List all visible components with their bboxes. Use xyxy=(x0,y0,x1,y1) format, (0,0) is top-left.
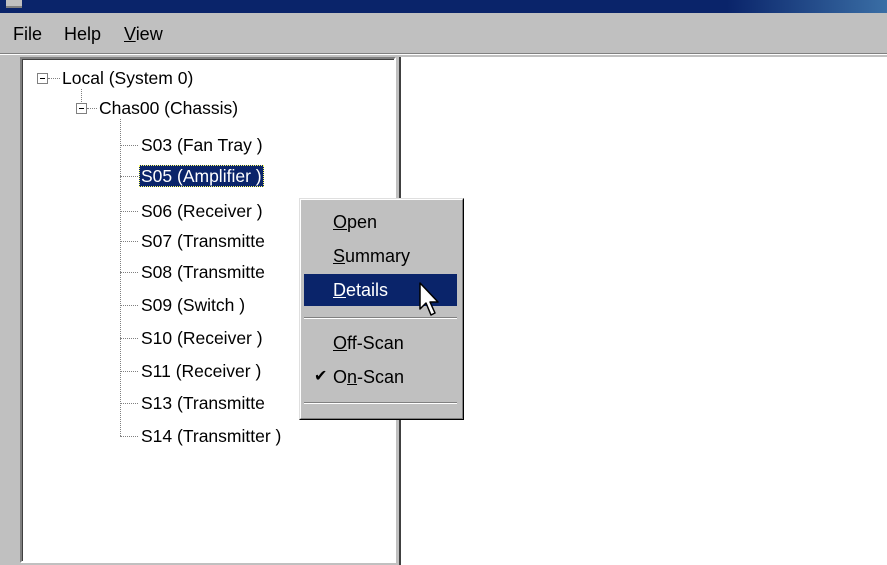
tree-node-slot[interactable]: S10 (Receiver ) xyxy=(139,327,265,349)
tree-node-label: S08 (Transmitte xyxy=(141,262,265,282)
tree-node-label: S06 (Receiver ) xyxy=(141,201,263,221)
ctx-off-scan-label: ff-Scan xyxy=(347,333,404,353)
tree-connector xyxy=(120,371,138,372)
system-menu-icon[interactable] xyxy=(6,0,22,8)
titlebar-gradient xyxy=(727,0,887,13)
tree-connector xyxy=(48,78,60,79)
ctx-details-label: etails xyxy=(346,280,389,300)
ctx-on-scan[interactable]: ✔ On-Scan xyxy=(304,361,457,393)
ctx-on-scan-accelerator: n xyxy=(347,367,358,387)
tree-node-label: S11 (Receiver ) xyxy=(141,361,262,381)
menu-bar: File Help View xyxy=(0,13,887,54)
menu-file-label: File xyxy=(13,24,43,44)
tree-node-slot[interactable]: S09 (Switch ) xyxy=(139,294,247,316)
checkmark-icon: ✔ xyxy=(314,368,328,385)
ctx-on-scan-label-start: O xyxy=(333,367,348,387)
tree-connector xyxy=(120,338,138,339)
tree-connector xyxy=(120,241,138,242)
tree-node-chassis-label: Chas00 (Chassis) xyxy=(99,98,239,118)
tree-connector xyxy=(120,119,121,436)
ctx-open-accelerator: O xyxy=(333,212,348,232)
menu-view[interactable]: View xyxy=(124,23,163,45)
ctx-details-accelerator: D xyxy=(333,280,346,300)
tree-node-slot-selected[interactable]: S05 (Amplifier ) xyxy=(139,165,264,187)
tree-connector xyxy=(120,403,138,404)
menubar-divider xyxy=(0,54,887,55)
tree-node-slot[interactable]: S07 (Transmitte xyxy=(139,230,267,252)
menu-help-label: Help xyxy=(64,24,102,44)
tree-node-slot[interactable]: S06 (Receiver ) xyxy=(139,200,265,222)
ctx-off-scan[interactable]: Off-Scan xyxy=(304,327,457,359)
tree-node-label: S13 (Transmitte xyxy=(141,393,265,413)
tree-node-slot[interactable]: S13 (Transmitte xyxy=(139,392,267,414)
ctx-separator xyxy=(304,402,457,404)
arrow-cursor-icon xyxy=(419,282,439,316)
ctx-open-label: pen xyxy=(347,212,378,232)
ctx-summary-accelerator: S xyxy=(333,246,346,266)
ctx-open[interactable]: Open xyxy=(304,206,457,238)
window-titlebar[interactable] xyxy=(0,0,887,13)
menu-help[interactable]: Help xyxy=(64,23,101,45)
tree-node-slot[interactable]: S08 (Transmitte xyxy=(139,261,267,283)
detail-pane[interactable] xyxy=(401,57,887,565)
tree-connector xyxy=(120,305,138,306)
tree-node-root[interactable]: Local (System 0) xyxy=(60,67,195,89)
tree-connector xyxy=(120,176,138,177)
ctx-summary-label: ummary xyxy=(345,246,411,266)
tree-node-label: S07 (Transmitte xyxy=(141,231,265,251)
tree-node-slot[interactable]: S03 (Fan Tray ) xyxy=(139,134,265,156)
tree-connector xyxy=(120,436,138,437)
tree-collapse-icon[interactable] xyxy=(76,103,87,114)
tree-pane-bevel-left xyxy=(22,59,23,561)
tree-node-chassis[interactable]: Chas00 (Chassis) xyxy=(97,97,240,119)
tree-node-root-label: Local (System 0) xyxy=(62,68,194,88)
tree-connector xyxy=(120,145,138,146)
tree-node-label: S03 (Fan Tray ) xyxy=(141,135,263,155)
menu-view-accelerator: V xyxy=(124,24,136,44)
tree-connector xyxy=(87,108,97,109)
tree-connector xyxy=(120,211,138,212)
tree-collapse-icon[interactable] xyxy=(37,73,48,84)
tree-node-label: S10 (Receiver ) xyxy=(141,328,263,348)
ctx-summary[interactable]: Summary xyxy=(304,240,457,272)
menu-file[interactable]: File xyxy=(13,23,42,45)
tree-connector xyxy=(120,272,138,273)
tree-node-slot[interactable]: S14 (Transmitter ) xyxy=(139,425,283,447)
tree-node-label: S09 (Switch ) xyxy=(141,295,246,315)
tree-node-label: S05 (Amplifier ) xyxy=(141,166,262,186)
tree-node-label: S14 (Transmitter ) xyxy=(141,426,282,446)
ctx-off-scan-accelerator: O xyxy=(333,333,348,353)
ctx-on-scan-label: -Scan xyxy=(357,367,405,387)
tree-pane-bevel-top xyxy=(22,59,394,60)
menu-view-label: iew xyxy=(135,24,163,44)
tree-node-slot[interactable]: S11 (Receiver ) xyxy=(139,360,263,382)
tree-connector xyxy=(81,89,82,104)
